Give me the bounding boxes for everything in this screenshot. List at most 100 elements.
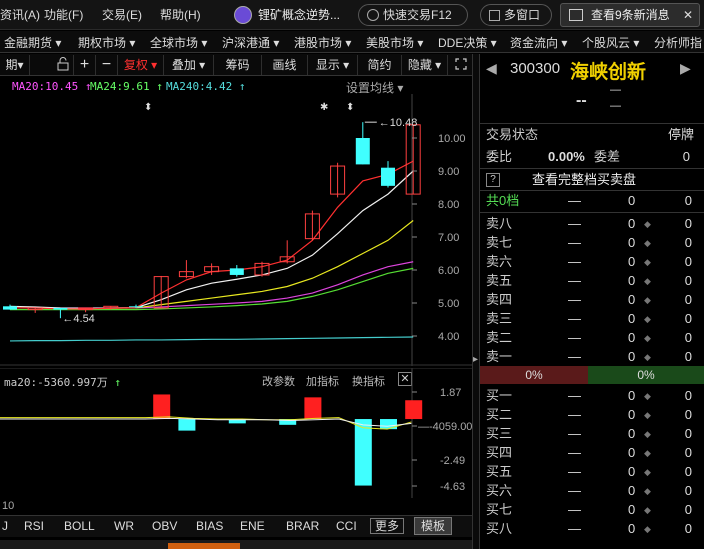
candlestick-chart[interactable]: 10.00 9.00 8.00 7.00 6.00 5.00 4.00 ←10.48 ←4.5… <box>0 94 472 366</box>
level-volume: 0 <box>628 445 636 460</box>
order-level-ask-1[interactable]: 卖一 — 0 0 ◆ <box>480 347 704 367</box>
level-count: 0 <box>684 388 692 403</box>
high-label: ←10.48 <box>379 117 418 129</box>
tab-boll[interactable]: BOLL <box>64 519 95 533</box>
tab-rsi[interactable]: RSI <box>24 519 44 533</box>
nav-item-options[interactable]: 期权市场 ▾ <box>78 34 135 51</box>
quick-trade-button[interactable]: 快速交易F12 <box>358 4 468 26</box>
zoom-in-icon[interactable]: + <box>74 55 96 75</box>
period-selector[interactable]: 期▾ <box>0 55 30 75</box>
notice-title[interactable]: 锂矿概念逆势... <box>258 6 340 23</box>
chips-button[interactable]: 筹码 <box>214 55 262 75</box>
level-price: — <box>568 330 581 345</box>
level-price: — <box>568 254 581 269</box>
level-label: 卖二 <box>486 330 513 345</box>
tab-wr[interactable]: WR <box>114 519 134 533</box>
nav-item-capital-flow[interactable]: 资金流向 ▾ <box>510 34 567 51</box>
view-full-depth-button[interactable]: ? 查看完整档买卖盘 <box>480 170 704 190</box>
stock-name: 海峡创新 <box>570 62 647 83</box>
nav-item-us[interactable]: 美股市场 ▾ <box>366 34 423 51</box>
order-level-bid-7[interactable]: 买七 — 0 0 ◆ <box>480 500 704 520</box>
level-volume: 0 <box>628 311 636 326</box>
fullscreen-icon[interactable] <box>450 55 472 75</box>
order-level-ask-6[interactable]: 卖六 — 0 0 ◆ <box>480 252 704 272</box>
close-icon[interactable]: ✕ <box>683 4 693 26</box>
level-price: — <box>568 273 581 288</box>
indicator-bar <box>178 419 196 431</box>
y-tick-label: 8.00 <box>438 199 459 211</box>
hide-button[interactable]: 隐藏 ▾ <box>402 55 448 75</box>
ma-red-line <box>10 160 414 310</box>
indicator-chart[interactable]: 1.87 —-4059.00 -2.49 -4.63 <box>0 368 472 498</box>
nav-item-financial-futures[interactable]: 金融期货 ▾ <box>4 34 61 51</box>
level-count: 0 <box>684 502 692 517</box>
nav-item-connect[interactable]: 沪深港通 ▾ <box>222 34 279 51</box>
multi-window-button[interactable]: 多窗口 <box>480 4 552 26</box>
level-count: 0 <box>684 273 692 288</box>
template-button[interactable]: 模板 <box>414 517 453 535</box>
news-notification-button[interactable]: 查看9条新消息 ✕ <box>560 3 700 27</box>
order-level-ask-4[interactable]: 卖四 — 0 0 ◆ <box>480 290 704 310</box>
order-level-bid-3[interactable]: 买三 — 0 0 ◆ <box>480 424 704 444</box>
weicha-value: 0 <box>682 149 690 164</box>
trade-icon <box>367 9 379 21</box>
level-dot-icon: ◆ <box>644 429 651 439</box>
order-level-ask-2[interactable]: 卖二 — 0 0 ◆ <box>480 328 704 348</box>
level-count: 0 <box>684 330 692 345</box>
simple-mode-button[interactable]: 简约 <box>358 55 402 75</box>
display-button[interactable]: 显示 ▾ <box>308 55 358 75</box>
order-level-bid-5[interactable]: 买五 — 0 0 ◆ <box>480 462 704 482</box>
menu-news[interactable]: 资讯(A) <box>0 6 40 23</box>
level-label: 买二 <box>486 407 513 422</box>
order-level-ask-7[interactable]: 卖七 — 0 0 ◆ <box>480 233 704 253</box>
indicator-bar <box>304 397 322 420</box>
ind-y-tick-label: 1.87 <box>440 387 461 399</box>
order-level-bid-1[interactable]: 买一 — 0 0 ◆ <box>480 386 704 406</box>
overlay-button[interactable]: 叠加 ▾ <box>164 55 214 75</box>
panel-splitter[interactable]: ▸ <box>472 54 480 549</box>
menu-trade[interactable]: 交易(E) <box>102 6 142 23</box>
nav-item-global[interactable]: 全球市场 ▾ <box>150 34 207 51</box>
event-marker: ✱ <box>320 102 328 113</box>
change-value: — <box>610 84 621 96</box>
level-count: 0 <box>684 521 692 536</box>
level-price: — <box>568 407 581 422</box>
menu-help[interactable]: 帮助(H) <box>160 6 201 23</box>
next-stock-icon[interactable]: ▶ <box>680 60 691 77</box>
level-count: 0 <box>684 311 692 326</box>
order-level-bid-8[interactable]: 买八 — 0 0 ◆ <box>480 519 704 539</box>
event-marker: ⬍ <box>346 102 354 113</box>
collapse-icon[interactable]: ▸ <box>473 354 478 365</box>
nav-item-hk[interactable]: 港股市场 ▾ <box>294 34 351 51</box>
zoom-out-icon[interactable]: − <box>96 55 118 75</box>
order-level-ask-3[interactable]: 卖三 — 0 0 ◆ <box>480 309 704 329</box>
level-count: 0 <box>684 426 692 441</box>
tab-cci[interactable]: CCI <box>336 519 357 533</box>
menu-function[interactable]: 功能(F) <box>44 6 83 23</box>
order-level-bid-4[interactable]: 买四 — 0 0 ◆ <box>480 443 704 463</box>
prev-stock-icon[interactable]: ◀ <box>486 60 497 77</box>
level-label: 卖四 <box>486 292 513 307</box>
level-count: 0 <box>684 445 692 460</box>
level-label: 买三 <box>486 426 513 441</box>
lock-icon[interactable] <box>52 55 74 75</box>
nav-item-analyst[interactable]: 分析师指 <box>654 34 702 51</box>
draw-line-button[interactable]: 画线 <box>262 55 308 75</box>
level-dot-icon: ◆ <box>644 333 651 343</box>
order-level-bid-2[interactable]: 买二 — 0 0 ◆ <box>480 405 704 425</box>
tab-kdj[interactable]: J <box>2 519 8 533</box>
level-volume: 0 <box>628 273 636 288</box>
restore-rights-button[interactable]: 复权 ▾ <box>118 55 164 75</box>
tab-bias[interactable]: BIAS <box>196 519 223 533</box>
order-level-bid-6[interactable]: 买六 — 0 0 ◆ <box>480 481 704 501</box>
weibi-row: 委比 0.00% 委差 0 <box>480 147 704 167</box>
tab-obv[interactable]: OBV <box>152 519 177 533</box>
more-tabs-button[interactable]: 更多 <box>370 518 405 534</box>
tab-ene[interactable]: ENE <box>240 519 265 533</box>
order-level-ask-8[interactable]: 卖八 — 0 0 ◆ <box>480 214 704 234</box>
nav-item-stock-news[interactable]: 个股风云 ▾ <box>582 34 639 51</box>
nav-item-dde[interactable]: DDE决策 ▾ <box>438 34 497 51</box>
order-level-ask-5[interactable]: 卖五 — 0 0 ◆ <box>480 271 704 291</box>
tab-brar[interactable]: BRAR <box>286 519 319 533</box>
candle-body <box>53 307 68 310</box>
